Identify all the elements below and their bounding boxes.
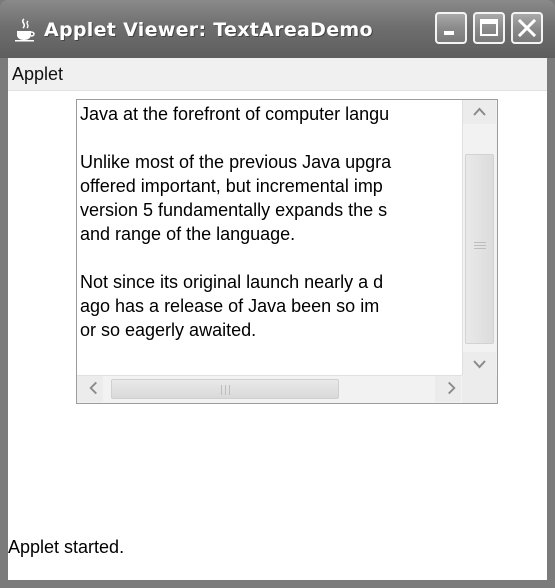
scroll-down-button[interactable] xyxy=(463,352,496,376)
arrow-left-icon xyxy=(89,381,97,395)
title-bar[interactable]: Applet Viewer: TextAreaDemo xyxy=(0,0,555,58)
text-line: Not since its original launch nearly a d xyxy=(80,272,384,292)
vertical-scroll-thumb[interactable] xyxy=(465,154,494,344)
horizontal-scrollbar[interactable] xyxy=(77,375,463,403)
applet-panel: Applet Java at the forefront of computer… xyxy=(8,58,547,580)
menu-applet[interactable]: Applet xyxy=(12,58,63,90)
grip-icon xyxy=(221,385,230,395)
maximize-button[interactable] xyxy=(473,12,505,44)
close-icon xyxy=(517,18,537,38)
text-line: Unlike most of the previous Java upgra xyxy=(80,152,392,172)
window-title: Applet Viewer: TextAreaDemo xyxy=(44,19,373,41)
text-line: ago has a release of Java been so im xyxy=(80,296,380,316)
java-cup-icon xyxy=(15,18,35,42)
grip-icon xyxy=(474,242,486,249)
scrollbar-corner xyxy=(462,375,497,403)
scroll-left-button[interactable] xyxy=(77,376,103,402)
scroll-right-button[interactable] xyxy=(435,376,461,402)
text-line: or so eagerly awaited. xyxy=(80,320,257,340)
text-line xyxy=(80,246,457,270)
text-area-content[interactable]: Java at the forefront of computer langu … xyxy=(80,102,457,374)
text-line: offered important, but incremental imp xyxy=(80,176,383,196)
arrow-up-icon xyxy=(473,107,486,116)
close-button[interactable] xyxy=(511,12,543,44)
maximize-icon xyxy=(480,19,498,36)
text-line xyxy=(80,126,457,150)
text-line: Java at the forefront of computer langu xyxy=(80,104,390,124)
text-line: and range of the language. xyxy=(80,224,296,244)
scroll-up-button[interactable] xyxy=(463,100,496,124)
status-bar: Applet started. xyxy=(8,537,125,557)
applet-viewer-window: Applet Viewer: TextAreaDemo Applet Java … xyxy=(0,0,555,588)
arrow-down-icon xyxy=(473,360,486,369)
menu-bar: Applet xyxy=(8,58,547,91)
horizontal-scroll-thumb[interactable] xyxy=(111,379,339,399)
minimize-button[interactable] xyxy=(435,12,467,44)
vertical-scrollbar[interactable] xyxy=(462,100,497,376)
text-line: version 5 fundamentally expands the s xyxy=(80,200,388,220)
minimize-icon xyxy=(444,31,454,35)
text-area[interactable]: Java at the forefront of computer langu … xyxy=(76,99,498,404)
